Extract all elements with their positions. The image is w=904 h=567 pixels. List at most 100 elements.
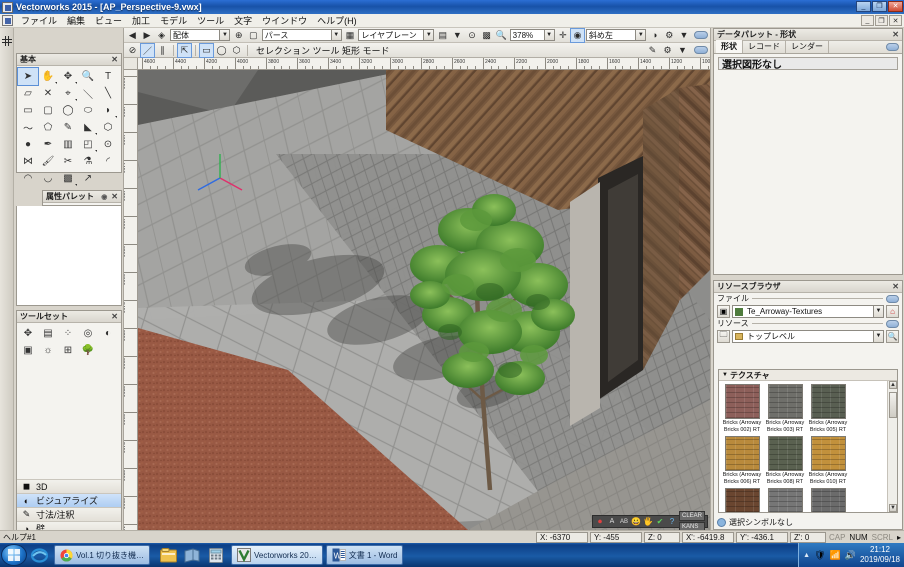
ruler-origin-corner[interactable] [124, 58, 138, 70]
extrude-tool[interactable]: ✒ [38, 136, 58, 153]
mode-rect-select-icon[interactable]: ▭ [199, 42, 214, 58]
mode-preferences-pen-icon[interactable]: ✎ [646, 44, 659, 57]
texture-swatch[interactable] [810, 384, 846, 419]
volume-icon[interactable]: 🔊 [845, 550, 856, 561]
back-icon[interactable]: ◀ [126, 29, 139, 42]
resource-combo-chevron-down-icon[interactable]: ▼ [873, 330, 883, 342]
snap-grid-icon[interactable] [2, 36, 12, 46]
render-settings-gear-icon[interactable]: ⚙ [663, 29, 676, 42]
layer-plane-combo[interactable]: レイヤプレーン ▼ [358, 29, 435, 41]
zoom-tool[interactable]: 🔍 [78, 68, 98, 85]
zoom-magnifier-icon[interactable]: 🔍 [495, 29, 508, 42]
texture-item[interactable]: Concrete (Arroway Concrete 006) Bricks R… [765, 488, 805, 512]
render-mode-combo[interactable]: 斜め左 ▼ [585, 29, 647, 41]
taskbar-word[interactable]: W 文書 1 - Word [325, 545, 404, 565]
menu-help[interactable]: ヘルプ(H) [312, 14, 362, 28]
mode-preferences-gear-icon[interactable]: ⚙ [661, 44, 674, 57]
coord-x-prime[interactable]: X': -6419.8 [681, 532, 734, 543]
snap-constraint-icon[interactable]: ✛ [557, 29, 570, 42]
texture-swatch[interactable] [724, 436, 760, 471]
mode-no-snap-icon[interactable]: ⊘ [126, 44, 139, 57]
texture-item[interactable]: Bricks (Arroway Bricks 010) RT [808, 436, 848, 485]
data-palette-close-icon[interactable]: ✕ [890, 30, 899, 39]
mode-bar-pill-toggle[interactable] [694, 46, 708, 54]
texture-swatch[interactable] [810, 488, 846, 512]
view-bar-pill-toggle[interactable] [694, 31, 708, 39]
tab-shape[interactable]: 形状 [716, 40, 743, 53]
doc-close-button[interactable]: ✕ [889, 15, 902, 26]
mode-polygon-select-icon[interactable]: ⬡ [230, 44, 243, 57]
scroll-thumb[interactable] [889, 392, 897, 418]
data-palette-pill-toggle[interactable] [886, 43, 899, 51]
freehand-tool[interactable]: ✎ [58, 119, 78, 136]
coord-y[interactable]: Y: -455 [589, 532, 642, 543]
render-setup-tool[interactable]: ▣ [18, 342, 38, 359]
sphere-tool[interactable]: ● [18, 136, 38, 153]
mirror-tool[interactable]: ▥ [58, 136, 78, 153]
line-tool[interactable]: ＼ [78, 85, 98, 102]
nurbs-curve-tool[interactable]: ◣ [78, 119, 98, 136]
double-line-tool[interactable]: ╲ [98, 85, 118, 102]
maximize-button[interactable]: ❐ [872, 1, 887, 12]
taskbar-explorer[interactable] [156, 544, 180, 566]
coord-y-prime[interactable]: Y': -436.1 [735, 532, 788, 543]
texture-swatch[interactable] [724, 384, 760, 419]
flyover-tool[interactable]: ✥ [58, 68, 78, 85]
menu-text[interactable]: 文字 [229, 14, 257, 28]
attribute-palette-close-icon[interactable]: ✕ [109, 192, 118, 201]
menu-file[interactable]: ファイル [16, 14, 62, 28]
render-mode-chevron-down-icon[interactable]: ▼ [635, 30, 646, 40]
text-ab-icon[interactable]: AB [619, 517, 629, 527]
selection-arrow-tool[interactable]: ➤ [17, 67, 39, 86]
file-icon[interactable]: ▣ [717, 304, 730, 318]
zoom-page-icon[interactable]: ▩ [480, 29, 493, 42]
tab-render[interactable]: レンダー [786, 40, 829, 53]
polygon-tool[interactable]: ⬠ [38, 119, 58, 136]
texture-swatch[interactable] [767, 436, 803, 471]
tool-flyout-arrow-icon[interactable] [55, 82, 57, 84]
polyline-tool[interactable]: 〜 [18, 119, 38, 136]
menu-view[interactable]: ビュー [90, 14, 127, 28]
zoom-level-chevron-down-icon[interactable]: ▼ [543, 30, 554, 40]
point-tool[interactable]: ✕ [38, 85, 58, 102]
mode-offset-points-icon[interactable]: ⇱ [177, 42, 192, 58]
menu-model[interactable]: モデル [155, 14, 192, 28]
sheet-layer-icon[interactable]: ▤ [436, 29, 449, 42]
layer-plane-combo-chevron-down-icon[interactable]: ▼ [423, 30, 434, 40]
viewport-render-bar[interactable]: ⏺ A AB 😀 🖐 ✔ ? CLEAR KANS [591, 511, 708, 530]
tool-flyout-arrow-icon[interactable] [95, 150, 97, 152]
working-plane-tool[interactable]: ▱ [18, 85, 38, 102]
taskbar-chrome[interactable]: Vol.1 切り抜き機… [54, 545, 151, 565]
render-bitmap-tool[interactable]: ▩ [58, 170, 78, 187]
texture-item[interactable]: Bricks (Arroway Bricks 003) RT [765, 384, 805, 433]
view-combo[interactable]: 配体 ▼ [169, 29, 231, 41]
horizontal-ruler[interactable]: 4600 4400 4200 4000 3800 3600 3400 3200 3000 2800… [138, 58, 710, 70]
resource-combo[interactable]: トップレベル ▼ [732, 329, 884, 343]
rounded-rect-tool[interactable]: ▢ [38, 102, 58, 119]
circle-tool[interactable]: ◯ [58, 102, 78, 119]
network-icon[interactable]: 📶 [830, 550, 841, 561]
texture-scrollbar[interactable]: ▲ ▼ [887, 381, 897, 512]
close-button[interactable]: ✕ [888, 1, 903, 12]
tool-flyout-arrow-icon[interactable] [115, 116, 117, 118]
taskbar-vectorworks[interactable]: Vectorworks 20… [231, 545, 323, 565]
mode-single-line-icon[interactable]: ／ [140, 42, 155, 58]
tab-record[interactable]: レコード [743, 40, 786, 53]
trim-tool[interactable]: ✂ [58, 153, 78, 170]
render-settings-chevron-down-icon[interactable]: ▼ [678, 29, 691, 42]
status-overflow-icon[interactable]: ▸ [896, 533, 902, 542]
measure-tool[interactable]: ↗ [78, 170, 98, 187]
toolset-group-寸法/注釈[interactable]: ✎ 寸法/注釈 [17, 507, 121, 521]
heliodon-tool[interactable]: ☼ [38, 342, 58, 359]
texture-browser[interactable]: ▼ テクスチャ Bricks (Arroway Bricks 002) RT Br… [718, 369, 898, 513]
clock[interactable]: 21:12 2019/09/18 [860, 545, 900, 565]
toolset-palette-close-icon[interactable]: ✕ [109, 312, 118, 321]
renderworks-light-tool[interactable]: ◐ [98, 325, 118, 342]
security-shield-icon[interactable]: 🛡 [814, 550, 825, 561]
light-point-tool[interactable]: ⁘ [58, 325, 78, 342]
attribute-palette-titlebar[interactable]: 属性パレット ◉ ✕ [43, 191, 121, 203]
texture-item[interactable]: Bricks (Arroway Bricks 006) RT [722, 436, 762, 485]
projection-combo-chevron-down-icon[interactable]: ▼ [330, 30, 341, 40]
scroll-up-arrow-icon[interactable]: ▲ [889, 381, 897, 389]
start-button[interactable] [1, 544, 27, 566]
